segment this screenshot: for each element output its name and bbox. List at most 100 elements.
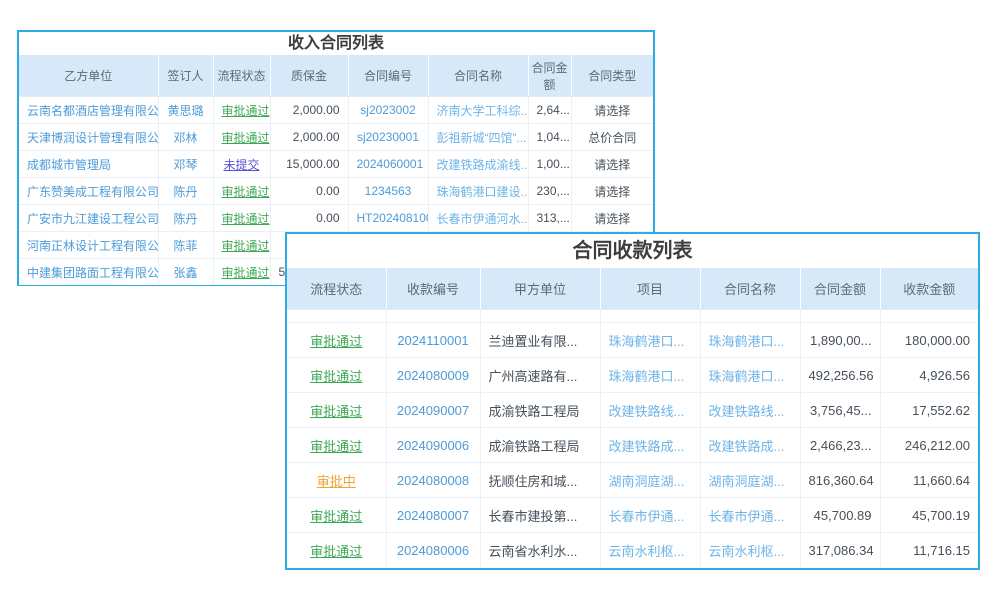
contract-type-select[interactable]: 请选择 <box>571 205 653 232</box>
signer-link[interactable]: 黄思璐 <box>158 97 213 124</box>
contract-no-link[interactable]: 1234563 <box>348 178 428 205</box>
receipt-amount: 45,700.19 <box>880 498 978 533</box>
status-link[interactable]: 审批通过 <box>213 259 270 286</box>
signer-link[interactable]: 陈丹 <box>158 205 213 232</box>
status-link[interactable]: 审批通过 <box>287 358 386 393</box>
contract-amount: 2,466,23... <box>800 428 880 463</box>
status-link[interactable]: 未提交 <box>213 151 270 178</box>
project-link[interactable]: 改建铁路成... <box>600 428 700 463</box>
signer-link[interactable]: 邓林 <box>158 124 213 151</box>
status-link[interactable]: 审批通过 <box>213 178 270 205</box>
contract-type-select[interactable]: 总价合同 <box>571 124 653 151</box>
status-link[interactable]: 审批通过 <box>287 428 386 463</box>
party-a-cell: 兰迪置业有限... <box>480 323 600 358</box>
contract-amount: 45,700.89 <box>800 498 880 533</box>
empty-cell <box>600 310 700 323</box>
party-b-link[interactable]: 云南名都酒店管理有限公司 <box>19 97 158 124</box>
col-header-contract-name: 合同名称 <box>700 268 800 310</box>
status-link[interactable]: 审批通过 <box>213 97 270 124</box>
receipt-no-link[interactable]: 2024110001 <box>386 323 480 358</box>
contract-name-link[interactable]: 济南大学工科综... <box>428 97 528 124</box>
receipt-no-link[interactable]: 2024080008 <box>386 463 480 498</box>
status-link[interactable]: 审批通过 <box>287 393 386 428</box>
party-b-link[interactable]: 广东赞美成工程有限公司 <box>19 178 158 205</box>
col-header-signer: 签订人 <box>158 55 213 97</box>
contract-name-link[interactable]: 长春市伊通... <box>700 498 800 533</box>
table-row: 审批通过2024080007长春市建投第...长春市伊通...长春市伊通...4… <box>287 498 978 533</box>
contract-amount: 2,64... <box>528 97 571 124</box>
contract-no-link[interactable]: sj20230001 <box>348 124 428 151</box>
receipt-no-link[interactable]: 2024080006 <box>386 533 480 568</box>
contract-name-link[interactable]: 云南水利枢... <box>700 533 800 568</box>
contract-amount: 492,256.56 <box>800 358 880 393</box>
empty-row <box>287 310 978 323</box>
receipt-amount: 180,000.00 <box>880 323 978 358</box>
receipt-no-link[interactable]: 2024090006 <box>386 428 480 463</box>
party-a-cell: 长春市建投第... <box>480 498 600 533</box>
income-table-title: 收入合同列表 <box>19 32 653 55</box>
contract-name-link[interactable]: 湖南洞庭湖... <box>700 463 800 498</box>
project-link[interactable]: 湖南洞庭湖... <box>600 463 700 498</box>
party-b-link[interactable]: 成都城市管理局 <box>19 151 158 178</box>
receipt-no-link[interactable]: 2024090007 <box>386 393 480 428</box>
status-link[interactable]: 审批通过 <box>213 232 270 259</box>
receipt-no-link[interactable]: 2024080007 <box>386 498 480 533</box>
contract-name-link[interactable]: 长春市伊通河水... <box>428 205 528 232</box>
project-link[interactable]: 珠海鹤港口... <box>600 358 700 393</box>
project-link[interactable]: 云南水利枢... <box>600 533 700 568</box>
signer-link[interactable]: 邓琴 <box>158 151 213 178</box>
project-link[interactable]: 珠海鹤港口... <box>600 323 700 358</box>
col-header-contract-type: 合同类型 <box>571 55 653 97</box>
signer-link[interactable]: 张鑫 <box>158 259 213 286</box>
retention-amount: 0.00 <box>270 205 348 232</box>
contract-no-link[interactable]: sj2023002 <box>348 97 428 124</box>
contract-name-link[interactable]: 改建铁路成渝线... <box>428 151 528 178</box>
receipt-no-link[interactable]: 2024080009 <box>386 358 480 393</box>
status-link[interactable]: 审批通过 <box>287 323 386 358</box>
party-b-link[interactable]: 天津博润设计管理有限公司 <box>19 124 158 151</box>
status-link[interactable]: 审批通过 <box>213 205 270 232</box>
status-link[interactable]: 审批通过 <box>287 498 386 533</box>
party-b-link[interactable]: 广安市九江建设工程公司 <box>19 205 158 232</box>
contract-type-select[interactable]: 请选择 <box>571 97 653 124</box>
signer-link[interactable]: 陈菲 <box>158 232 213 259</box>
receipt-table-title: 合同收款列表 <box>287 234 978 268</box>
receipt-amount: 11,716.15 <box>880 533 978 568</box>
contract-type-select[interactable]: 请选择 <box>571 151 653 178</box>
col-header-contract-no: 合同编号 <box>348 55 428 97</box>
project-link[interactable]: 长春市伊通... <box>600 498 700 533</box>
contract-name-link[interactable]: 珠海鹤港口建设... <box>428 178 528 205</box>
table-row: 广安市九江建设工程公司陈丹审批通过0.00HT2024081000...长春市伊… <box>19 205 653 232</box>
col-header-party-b: 乙方单位 <box>19 55 158 97</box>
contract-name-link[interactable]: 改建铁路成... <box>700 428 800 463</box>
contract-name-link[interactable]: 彭祖新城“四馆”... <box>428 124 528 151</box>
status-link[interactable]: 审批通过 <box>287 533 386 568</box>
retention-amount: 2,000.00 <box>270 97 348 124</box>
col-header-receipt-no: 收款编号 <box>386 268 480 310</box>
project-link[interactable]: 改建铁路线... <box>600 393 700 428</box>
party-b-link[interactable]: 河南正林设计工程有限公司 <box>19 232 158 259</box>
retention-amount: 0.00 <box>270 178 348 205</box>
contract-no-link[interactable]: HT2024081000... <box>348 205 428 232</box>
table-row: 审批通过2024090006成渝铁路工程局改建铁路成...改建铁路成...2,4… <box>287 428 978 463</box>
party-b-link[interactable]: 中建集团路面工程有限公司 <box>19 259 158 286</box>
party-a-cell: 成渝铁路工程局 <box>480 393 600 428</box>
party-a-cell: 抚顺住房和城... <box>480 463 600 498</box>
table-row: 审批通过2024110001兰迪置业有限...珠海鹤港口...珠海鹤港口...1… <box>287 323 978 358</box>
status-link[interactable]: 审批通过 <box>213 124 270 151</box>
empty-cell <box>880 310 978 323</box>
header-row: 乙方单位签订人流程状态质保金合同编号合同名称合同金额合同类型 <box>19 55 653 97</box>
col-header-receipt-amount: 收款金额 <box>880 268 978 310</box>
contract-amount: 1,890,00... <box>800 323 880 358</box>
contract-name-link[interactable]: 珠海鹤港口... <box>700 323 800 358</box>
contract-type-select[interactable]: 请选择 <box>571 178 653 205</box>
contract-amount: 1,04... <box>528 124 571 151</box>
contract-name-link[interactable]: 珠海鹤港口... <box>700 358 800 393</box>
contract-no-link[interactable]: 2024060001 <box>348 151 428 178</box>
table-row: 审批通过2024080009广州高速路有...珠海鹤港口...珠海鹤港口...4… <box>287 358 978 393</box>
col-header-contract-name: 合同名称 <box>428 55 528 97</box>
col-header-contract-amount: 合同金额 <box>800 268 880 310</box>
signer-link[interactable]: 陈丹 <box>158 178 213 205</box>
status-link[interactable]: 审批中 <box>287 463 386 498</box>
contract-name-link[interactable]: 改建铁路线... <box>700 393 800 428</box>
